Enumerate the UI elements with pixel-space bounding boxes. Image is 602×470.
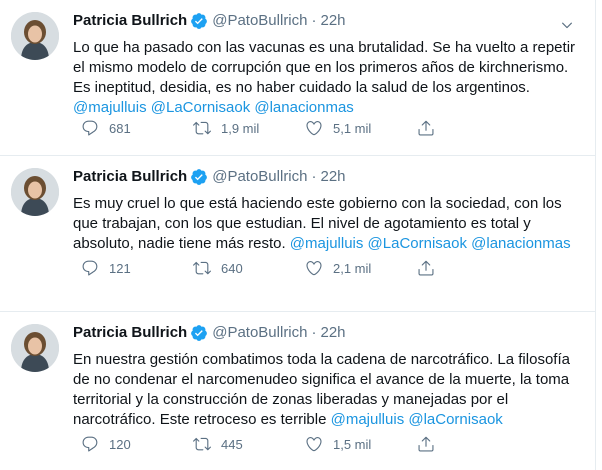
share-button[interactable] xyxy=(417,119,435,137)
text-segment: narcotráfico. Este retroceso es terrible xyxy=(73,411,331,428)
retweet-button[interactable]: 1,9 mil xyxy=(193,119,259,137)
text-segment: Es ineptitud, desidia, es no haber cuida… xyxy=(73,79,530,96)
text-segment: Es muy cruel lo que está haciendo este g… xyxy=(73,195,562,212)
tweet[interactable]: Patricia Bullrich @PatoBullrich · 22h Es… xyxy=(0,156,595,312)
reply-icon xyxy=(82,120,98,136)
reply-icon xyxy=(82,260,98,276)
separator-dot: · xyxy=(311,12,317,29)
text-segment: que trabajan, con los que estudian. El n… xyxy=(73,215,531,232)
retweet-count: 1,9 mil xyxy=(221,120,260,136)
heart-icon xyxy=(306,261,322,276)
tweet-text: Es muy cruel lo que está haciendo este g… xyxy=(73,194,588,254)
tweet-header: Patricia Bullrich @PatoBullrich · 22h xyxy=(73,10,588,32)
author-handle[interactable]: @PatoBullrich xyxy=(212,166,307,188)
tweet[interactable]: Patricia Bullrich @PatoBullrich · 22h En… xyxy=(0,312,595,470)
like-button[interactable]: 1,5 mil xyxy=(305,435,371,453)
separator-dot: · xyxy=(311,168,317,185)
like-count: 2,1 mil xyxy=(333,260,372,276)
share-icon xyxy=(418,120,434,136)
reply-button[interactable]: 120 xyxy=(81,435,131,453)
like-count: 5,1 mil xyxy=(333,120,372,136)
text-segment: territorial y la construcción de zonas l… xyxy=(73,391,509,408)
tweet-header: Patricia Bullrich @PatoBullrich · 22h xyxy=(73,322,588,344)
retweet-icon xyxy=(193,121,211,135)
tweet-text: En nuestra gestión combatimos toda la ca… xyxy=(73,350,588,430)
text-segment: En nuestra gestión combatimos toda la ca… xyxy=(73,351,570,368)
text-segment: el mismo modelo de corrupción que en los… xyxy=(73,59,569,76)
verified-badge-icon xyxy=(190,324,208,342)
avatar[interactable] xyxy=(11,324,59,372)
like-button[interactable]: 2,1 mil xyxy=(305,259,371,277)
retweet-icon xyxy=(193,261,211,275)
reply-count: 120 xyxy=(109,436,131,452)
reply-count: 121 xyxy=(109,260,131,276)
mentions[interactable]: @majulluis @laCornisaok xyxy=(331,411,503,428)
reply-icon xyxy=(82,436,98,452)
retweet-count: 640 xyxy=(221,260,243,276)
share-icon xyxy=(418,436,434,452)
timestamp[interactable]: 22h xyxy=(321,10,346,32)
verified-badge-icon xyxy=(190,168,208,186)
reply-button[interactable]: 121 xyxy=(81,259,131,277)
share-button[interactable] xyxy=(417,259,435,277)
verified-badge-icon xyxy=(190,12,208,30)
reply-button[interactable]: 681 xyxy=(81,119,131,137)
share-icon xyxy=(418,260,434,276)
author-name[interactable]: Patricia Bullrich xyxy=(73,166,187,188)
mentions[interactable]: @majulluis @LaCornisaok @lanacionmas xyxy=(73,99,354,116)
timestamp[interactable]: 22h xyxy=(321,322,346,344)
chevron-down-icon[interactable] xyxy=(556,14,578,36)
share-button[interactable] xyxy=(417,435,435,453)
separator-dot: · xyxy=(311,324,317,341)
text-segment: absoluto, nadie tiene más resto. xyxy=(73,235,290,252)
author-name[interactable]: Patricia Bullrich xyxy=(73,322,187,344)
retweet-button[interactable]: 445 xyxy=(193,435,243,453)
avatar[interactable] xyxy=(11,12,59,60)
heart-icon xyxy=(306,121,322,136)
tweet[interactable]: Patricia Bullrich @PatoBullrich · 22h Lo… xyxy=(0,0,595,156)
tweet-text: Lo que ha pasado con las vacunas es una … xyxy=(73,38,588,118)
text-segment: de no condenar el narcomenudeo significa… xyxy=(73,371,570,388)
heart-icon xyxy=(306,437,322,452)
retweet-button[interactable]: 640 xyxy=(193,259,243,277)
tweet-header: Patricia Bullrich @PatoBullrich · 22h xyxy=(73,166,588,188)
timeline: Patricia Bullrich @PatoBullrich · 22h Lo… xyxy=(0,0,596,470)
like-count: 1,5 mil xyxy=(333,436,372,452)
text-segment: Lo que ha pasado con las vacunas es una … xyxy=(73,39,576,56)
retweet-count: 445 xyxy=(221,436,243,452)
author-name[interactable]: Patricia Bullrich xyxy=(73,10,187,32)
author-handle[interactable]: @PatoBullrich xyxy=(212,322,307,344)
timestamp[interactable]: 22h xyxy=(321,166,346,188)
avatar[interactable] xyxy=(11,168,59,216)
like-button[interactable]: 5,1 mil xyxy=(305,119,371,137)
author-handle[interactable]: @PatoBullrich xyxy=(212,10,307,32)
retweet-icon xyxy=(193,437,211,451)
reply-count: 681 xyxy=(109,120,131,136)
mentions[interactable]: @majulluis @LaCornisaok @lanacionmas xyxy=(290,235,571,252)
